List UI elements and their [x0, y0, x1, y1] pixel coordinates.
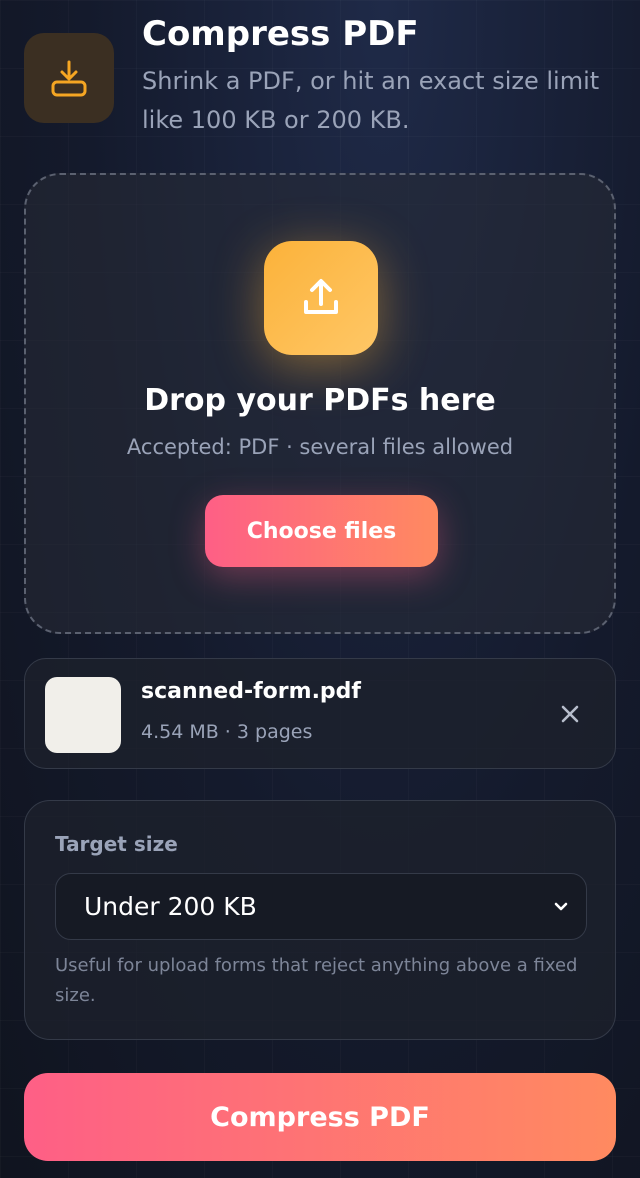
target-size-help: Useful for upload forms that reject anyt… — [55, 955, 578, 1006]
chevron-down-icon — [550, 896, 572, 918]
file-meta: 4.54 MB · 3 pages — [141, 721, 313, 743]
target-size-select[interactable]: Under 200 KB — [55, 873, 587, 940]
download-tray-icon — [24, 33, 114, 123]
compress-pdf-button[interactable]: Compress PDF — [24, 1073, 616, 1161]
options-panel: Target size Under 200 KB Useful for uplo… — [24, 800, 616, 1040]
file-name: scanned-form.pdf — [141, 679, 361, 704]
target-size-value: Under 200 KB — [84, 892, 257, 921]
page-header: Compress PDF Shrink a PDF, or hit an exa… — [24, 14, 616, 144]
target-size-label: Target size — [55, 832, 178, 856]
page-subtitle: Shrink a PDF, or hit an exact size limit… — [142, 67, 600, 134]
upload-icon — [264, 241, 378, 355]
close-icon[interactable] — [555, 699, 585, 729]
dropzone-hint: Accepted: PDF · several files allowed — [126, 435, 514, 459]
dropzone-title: Drop your PDFs here — [144, 383, 496, 418]
file-item: scanned-form.pdf 4.54 MB · 3 pages — [24, 658, 616, 769]
choose-files-button[interactable]: Choose files — [205, 495, 438, 567]
file-thumbnail — [45, 677, 121, 753]
pdf-dropzone[interactable]: Drop your PDFs here Accepted: PDF · seve… — [24, 173, 616, 634]
page-title: Compress PDF — [142, 14, 419, 54]
